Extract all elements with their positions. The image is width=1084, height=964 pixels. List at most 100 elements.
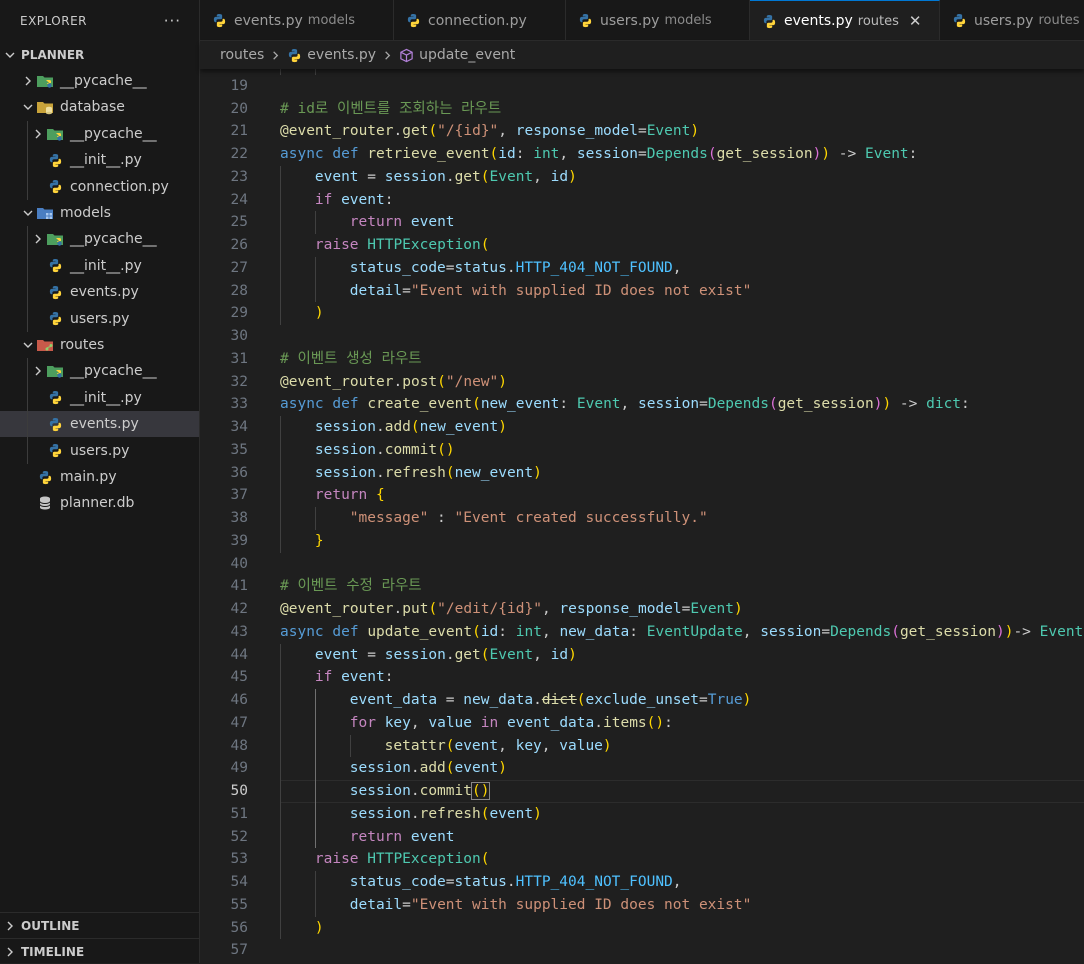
indent-guide xyxy=(314,689,316,849)
code-line[interactable]: 39} xyxy=(200,530,1084,553)
code-line[interactable]: 23 event = session.get(Event, id) xyxy=(200,166,1084,189)
code-text: event_data = new_data.dict(exclude_unset… xyxy=(349,692,752,708)
chevron-down-icon xyxy=(2,49,18,61)
code-line[interactable]: 33 async def create_event(new_event: Even… xyxy=(200,393,1084,416)
editor-tab[interactable]: users.py models xyxy=(566,0,750,40)
code-line[interactable]: 25 return event xyxy=(200,211,1084,234)
code-line[interactable]: 20 # id로 이벤트를 조회하는 라우트 xyxy=(200,98,1084,121)
code-line[interactable]: 31 # 이벤트 생성 라우트 xyxy=(200,348,1084,371)
code-line[interactable]: 34 session.add(new_event) xyxy=(200,416,1084,439)
code-line[interactable]: 41 # 이벤트 수정 라우트 xyxy=(200,575,1084,598)
code-line[interactable]: 52 return event xyxy=(200,826,1084,849)
code-line[interactable]: 22 async def retrieve_event(id: int, sess… xyxy=(200,143,1084,166)
code-line[interactable]: 38 "message" : "Event created successfull… xyxy=(200,507,1084,530)
python-file-icon xyxy=(46,390,64,406)
line-number: 32 xyxy=(230,373,248,390)
code-line[interactable]: 30 xyxy=(200,325,1084,348)
code-text: raise HTTPException( xyxy=(314,237,490,253)
code-line[interactable]: 56) xyxy=(200,917,1084,940)
code-line[interactable]: 36 session.refresh(new_event) xyxy=(200,462,1084,485)
code-line[interactable]: 40 xyxy=(200,553,1084,576)
timeline-section[interactable]: TIMELINE xyxy=(0,938,199,964)
code-line[interactable]: 32 @event_router.post("/new") xyxy=(200,371,1084,394)
tree-item[interactable]: connection.py xyxy=(0,174,199,200)
tree-item-label: planner.db xyxy=(60,495,135,512)
code-line[interactable]: 47 for key, value in event_data.items(): xyxy=(200,712,1084,735)
code-line[interactable]: 29) xyxy=(200,302,1084,325)
code-line[interactable]: 43 async def update_event(id: int, new_da… xyxy=(200,621,1084,644)
close-tab-icon[interactable]: ✕ xyxy=(909,12,922,30)
tree-item[interactable]: main.py xyxy=(0,464,199,490)
tree-item[interactable]: models xyxy=(0,200,199,226)
code-line[interactable]: 19 xyxy=(200,75,1084,98)
tree-item-label: __init__.py xyxy=(70,152,142,169)
code-line[interactable]: 21 @event_router.get("/{id}", response_mo… xyxy=(200,120,1084,143)
outline-section[interactable]: OUTLINE xyxy=(0,912,199,938)
code-line[interactable]: 42 @event_router.put("/edit/{id}", respon… xyxy=(200,598,1084,621)
code-line[interactable]: 26 raise HTTPException( xyxy=(200,234,1084,257)
tree-item[interactable]: events.py xyxy=(0,279,199,305)
code-text: event = session.get(Event, id) xyxy=(314,646,577,663)
editor-tab[interactable]: events.py routes ✕ xyxy=(750,0,940,40)
code-line[interactable]: 57 xyxy=(200,939,1084,962)
code-line[interactable]: 37 return { xyxy=(200,484,1084,507)
tree-item[interactable]: users.py xyxy=(0,306,199,332)
more-actions-icon[interactable]: ··· xyxy=(164,12,181,30)
tree-item[interactable]: __init__.py xyxy=(0,385,199,411)
line-number: 54 xyxy=(230,874,248,890)
tab-filename: events.py xyxy=(234,12,303,29)
line-number: 34 xyxy=(230,419,248,435)
breadcrumb-symbol[interactable]: update_event xyxy=(419,47,515,63)
code-line[interactable]: 53 raise HTTPException( xyxy=(200,848,1084,871)
code-line[interactable]: 49 session.add(event) xyxy=(200,757,1084,780)
line-number: 45 xyxy=(230,669,248,686)
code-line[interactable]: 27 status_code=status.HTTP_404_NOT_FOUND, xyxy=(200,257,1084,280)
pycache-folder-icon xyxy=(46,231,64,247)
code-line[interactable]: 44 event = session.get(Event, id) xyxy=(200,644,1084,667)
code-line[interactable]: 51 session.refresh(event) xyxy=(200,803,1084,826)
editor-tab[interactable]: connection.py xyxy=(394,0,566,40)
breadcrumb-file[interactable]: events.py xyxy=(307,47,376,63)
database-folder-icon xyxy=(36,99,54,115)
tree-item[interactable]: users.py xyxy=(0,438,199,464)
tree-item[interactable]: routes xyxy=(0,332,199,358)
line-number: 35 xyxy=(230,441,248,458)
breadcrumb-folder[interactable]: routes xyxy=(220,47,264,63)
editor-tab-bar: events.py models connection.py users.py mode… xyxy=(200,0,1084,41)
code-line[interactable]: 28 detail="Event with supplied ID does no… xyxy=(200,280,1084,303)
tree-item[interactable]: events.py xyxy=(0,411,199,438)
line-number: 28 xyxy=(230,282,248,299)
code-line[interactable]: 35 session.commit() xyxy=(200,439,1084,462)
code-line[interactable]: 50 session.commit() xyxy=(200,780,1084,803)
code-line[interactable]: 46 event_data = new_data.dict(exclude_uns… xyxy=(200,689,1084,712)
code-line[interactable]: 55 detail="Event with supplied ID does no… xyxy=(200,894,1084,917)
tab-filename: users.py xyxy=(974,12,1034,29)
tree-item[interactable]: __pycache__ xyxy=(0,68,199,94)
code-line[interactable]: 48 setattr(event, key, value) xyxy=(200,735,1084,758)
code-text: return { xyxy=(314,487,385,504)
tree-item[interactable]: database xyxy=(0,94,199,120)
code-line[interactable]: 45 if event: xyxy=(200,666,1084,689)
explorer-title: EXPLORER xyxy=(20,13,87,28)
code-text: async def create_event(new_event: Event,… xyxy=(280,396,970,413)
editor-tab[interactable]: users.py routes xyxy=(940,0,1084,40)
code-line[interactable]: 54 status_code=status.HTTP_404_NOT_FOUND, xyxy=(200,871,1084,894)
tree-item[interactable]: planner.db xyxy=(0,490,199,516)
tree-item[interactable]: __init__.py xyxy=(0,253,199,279)
code-editor[interactable]: 18return events1920# id로 이벤트를 조회하는 라우트21… xyxy=(200,64,1084,963)
tree-item[interactable]: __pycache__ xyxy=(0,358,199,384)
project-folder-header[interactable]: PLANNER xyxy=(0,42,199,68)
code-text: status_code=status.HTTP_404_NOT_FOUND, xyxy=(349,259,682,276)
chevron-right-icon xyxy=(2,920,18,932)
tree-item[interactable]: __init__.py xyxy=(0,147,199,173)
tree-item[interactable]: __pycache__ xyxy=(0,226,199,252)
pycache-folder-icon xyxy=(36,73,54,89)
tab-folder-description: models xyxy=(307,13,356,28)
code-text: # 이벤트 수정 라우트 xyxy=(280,578,422,595)
editor-tab[interactable]: events.py models xyxy=(200,0,394,40)
code-text: "message" : "Event created successfully.… xyxy=(349,510,708,526)
code-line[interactable]: 24 if event: xyxy=(200,189,1084,212)
tree-item[interactable]: __pycache__ xyxy=(0,121,199,147)
method-cube-icon xyxy=(399,48,414,63)
tab-folder-description: models xyxy=(664,13,712,28)
